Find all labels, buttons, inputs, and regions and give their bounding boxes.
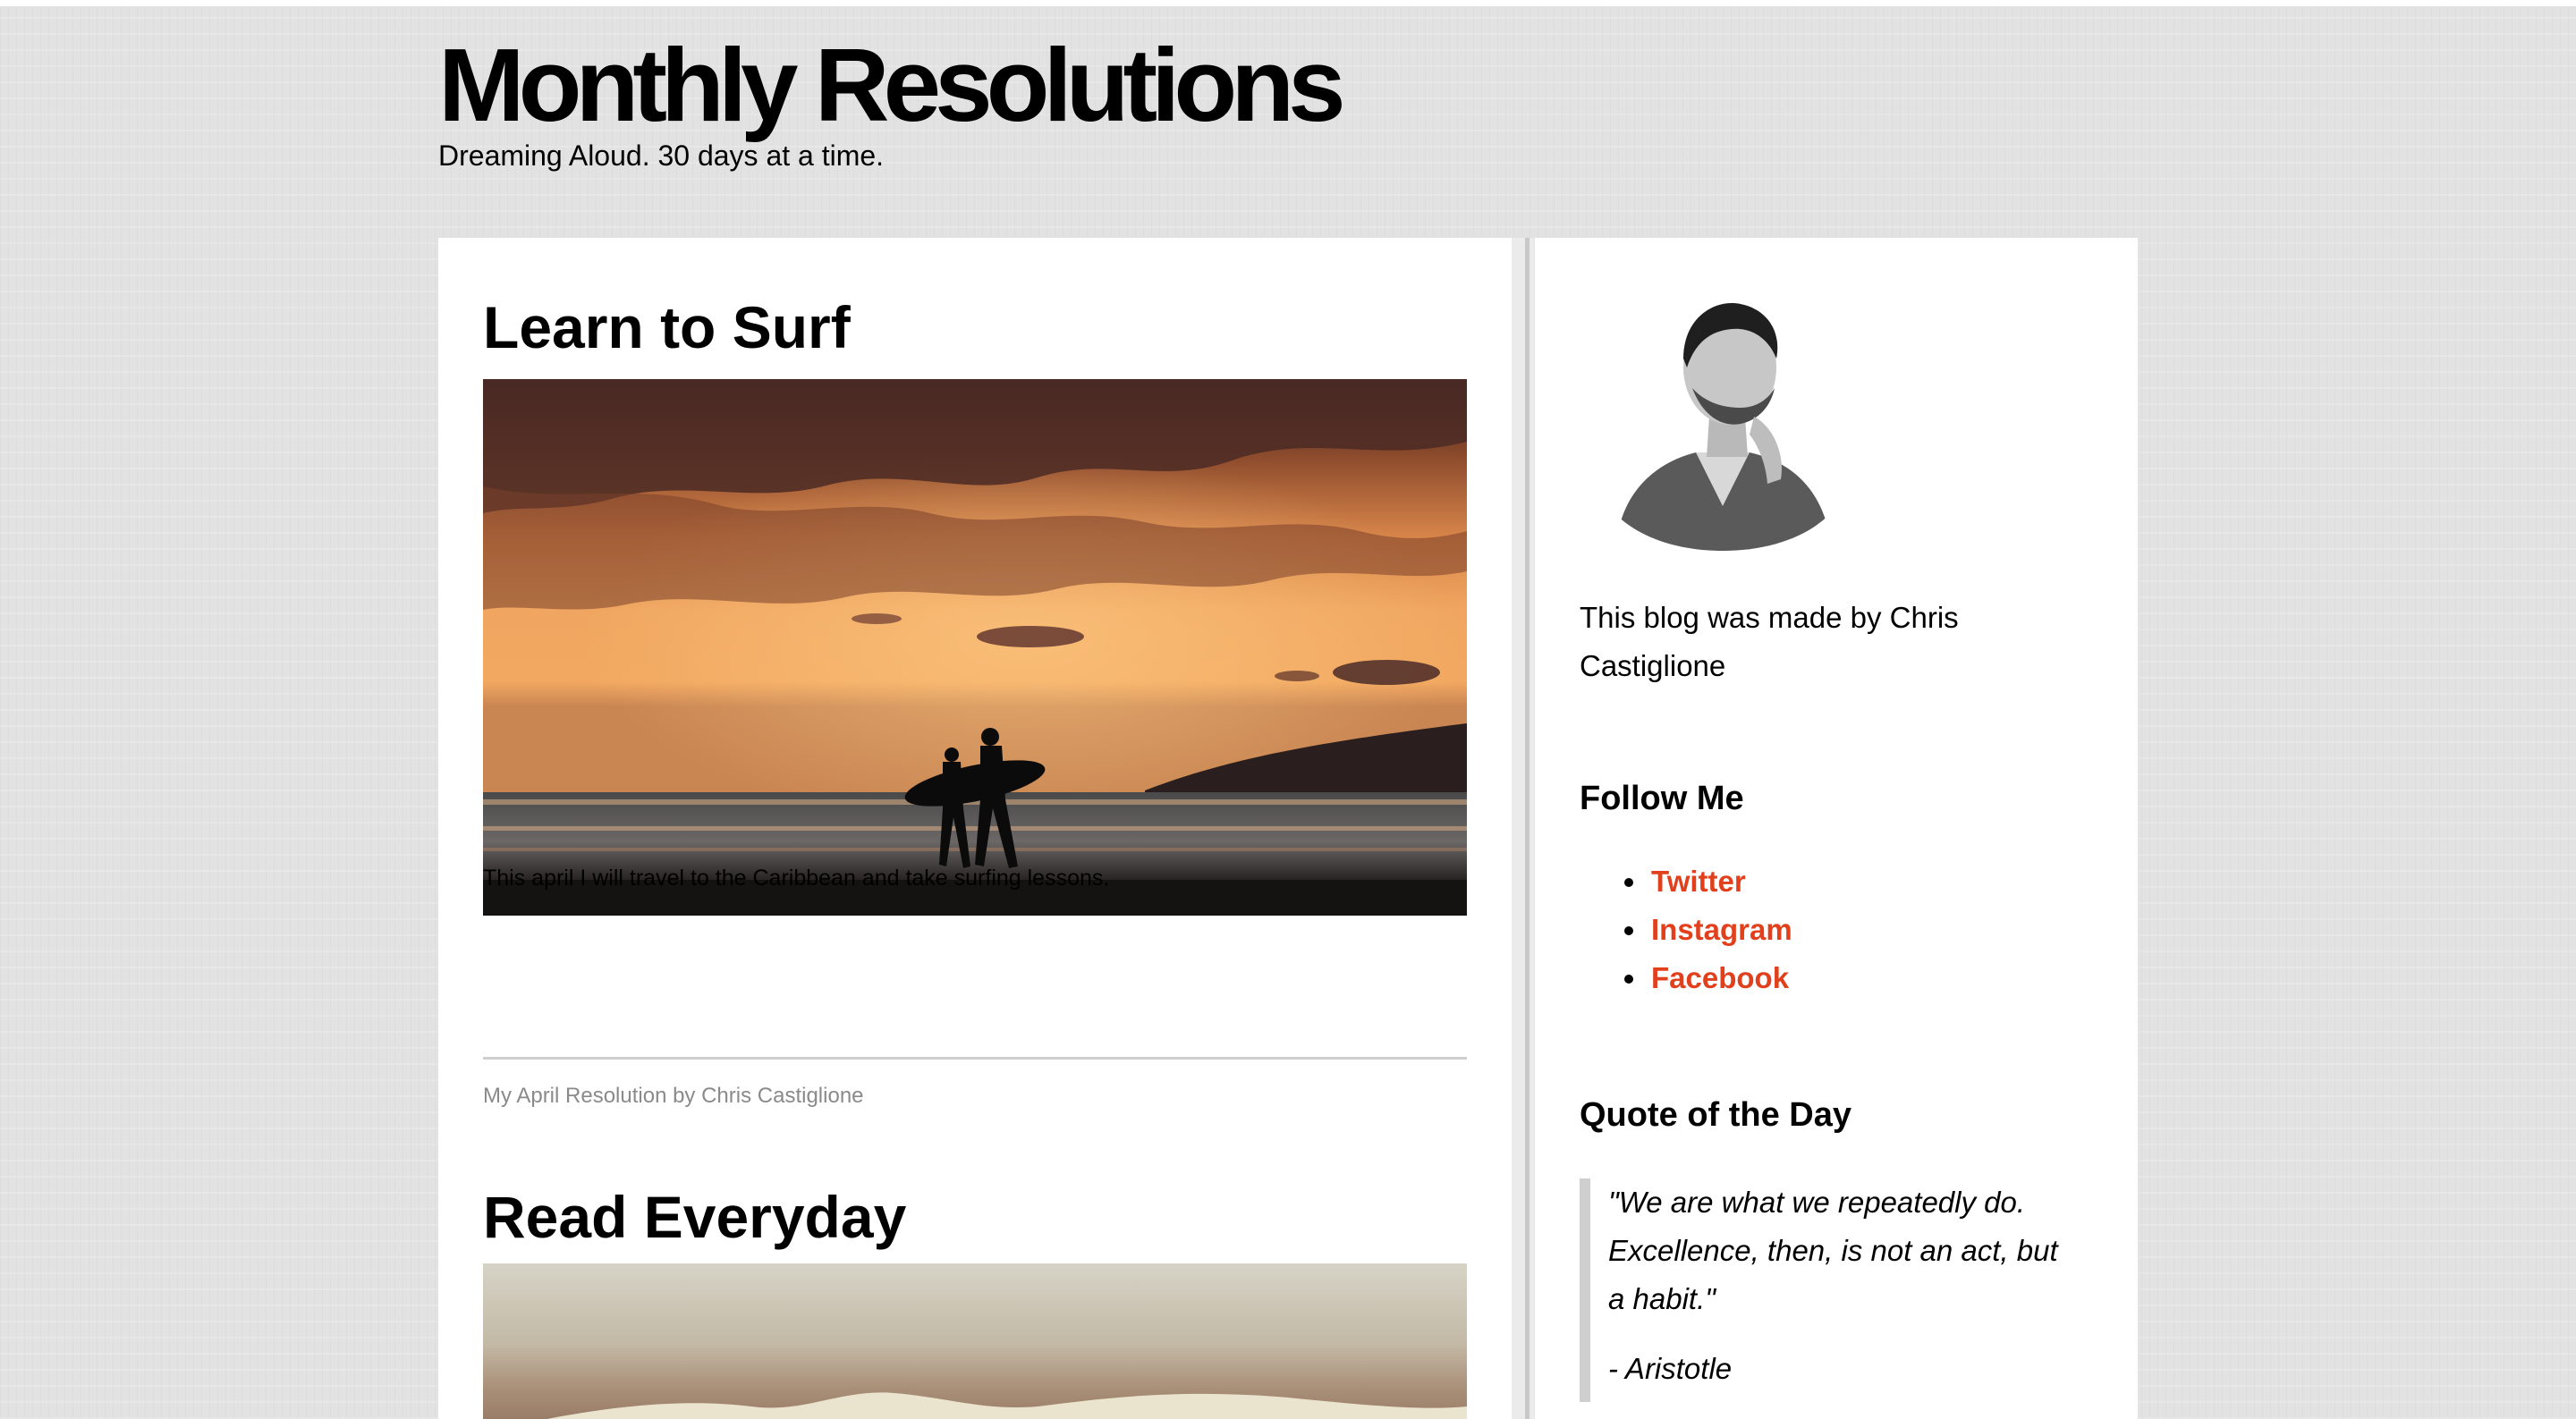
- main-content: Learn to Surf This april I will travel t…: [438, 238, 1512, 1419]
- column-gutter: [1512, 238, 1534, 1419]
- bullet-icon: [1624, 975, 1633, 984]
- quote-heading: Quote of the Day: [1580, 1096, 1852, 1134]
- column-divider: [1525, 238, 1530, 1419]
- quote-text: "We are what we repeatedly do. Excellenc…: [1608, 1186, 2058, 1315]
- site-title[interactable]: Monthly Resolutions: [438, 27, 1346, 143]
- quote-of-the-day: "We are what we repeatedly do. Excellenc…: [1580, 1178, 2073, 1402]
- sunset-surfers-image: [483, 379, 1467, 916]
- about-text: This blog was made by Chris Castiglione: [1580, 601, 1959, 682]
- post-meta: My April Resolution by Chris Castiglione: [483, 1084, 864, 1108]
- sunset-surfers-photo: [483, 379, 1467, 916]
- post-body: This april I will travel to the Caribbea…: [483, 866, 1110, 891]
- book-pages-photo: [483, 1263, 1467, 1419]
- quote-author: - Aristotle: [1608, 1352, 1733, 1385]
- follow-heading: Follow Me: [1580, 780, 1744, 817]
- follow-item-instagram: Instagram: [1580, 906, 1792, 954]
- instagram-link[interactable]: Instagram: [1651, 913, 1792, 946]
- avatar: [1597, 283, 1848, 551]
- book-image: [483, 1263, 1467, 1419]
- twitter-link[interactable]: Twitter: [1651, 865, 1746, 898]
- top-edge: [0, 0, 2576, 6]
- bullet-icon: [1624, 926, 1633, 935]
- post-title[interactable]: Learn to Surf: [483, 291, 1467, 363]
- masthead: Monthly Resolutions Dreaming Aloud. 30 d…: [438, 27, 1346, 172]
- follow-item-facebook: Facebook: [1580, 954, 1792, 1002]
- bullet-icon: [1624, 878, 1633, 887]
- post-divider: [483, 1057, 1467, 1060]
- post-title[interactable]: Read Everyday: [483, 1181, 1467, 1253]
- post-learn-to-surf: Learn to Surf This april I will travel t…: [483, 291, 1467, 1108]
- follow-item-twitter: Twitter: [1580, 857, 1792, 906]
- author-portrait-image: [1597, 283, 1848, 551]
- site-tagline: Dreaming Aloud. 30 days at a time.: [438, 139, 885, 172]
- sidebar: This blog was made by Chris Castiglione …: [1535, 238, 2138, 1419]
- follow-links: Twitter Instagram Facebook: [1580, 857, 1792, 1002]
- facebook-link[interactable]: Facebook: [1651, 961, 1789, 994]
- post-read-everyday: Read Everyday: [483, 1181, 1467, 1419]
